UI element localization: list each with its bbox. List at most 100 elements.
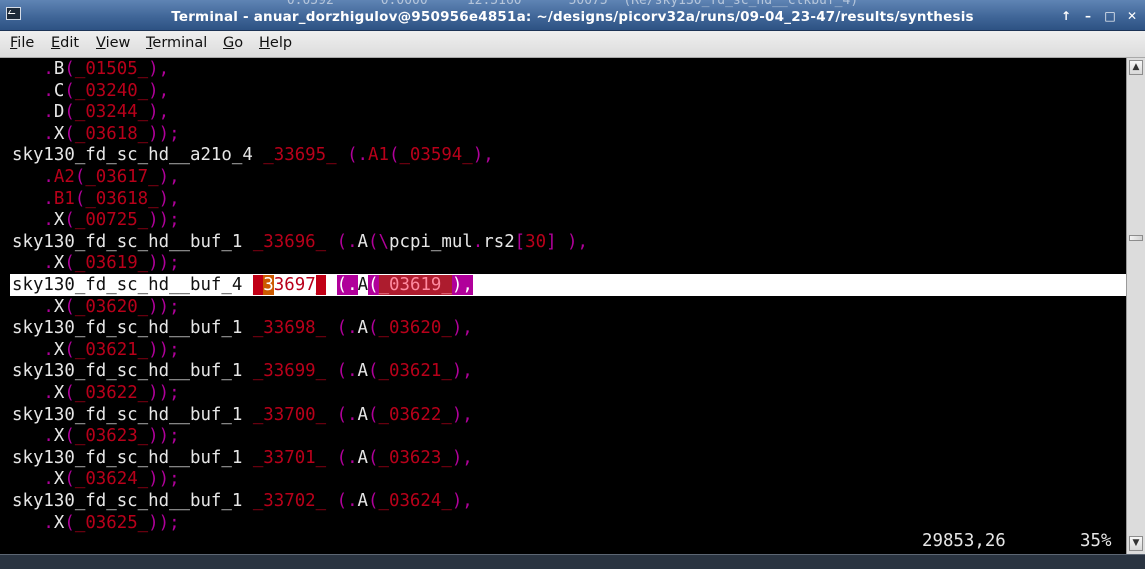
menu-file[interactable]: File xyxy=(10,35,34,51)
terminal-text-segment: X xyxy=(53,123,65,144)
terminal-text-segment: A xyxy=(357,404,369,425)
terminal-text-segment: )); xyxy=(148,426,180,447)
terminal-text-segment: _03244_ xyxy=(74,102,149,123)
terminal-text-segment: ), xyxy=(451,318,473,339)
terminal-line: sky130_fd_sc_hd__a21o_4 _33695_ (.A1(_03… xyxy=(12,144,494,166)
maximize-icon[interactable]: □ xyxy=(1103,9,1117,23)
terminal-text-segment: . xyxy=(12,296,54,317)
terminal-text-segment: ( xyxy=(64,253,75,274)
terminal-text-segment: . xyxy=(12,102,54,123)
terminal-text-segment: ( xyxy=(368,275,379,295)
terminal-line: .X(_03618_)); xyxy=(12,123,179,145)
scrollbar-thumb[interactable] xyxy=(1129,234,1143,241)
terminal-text-segment: _33698_ xyxy=(252,318,327,339)
terminal-text-segment: _03624_ xyxy=(74,469,149,490)
terminal-text-segment: X xyxy=(53,512,65,533)
terminal-text-segment: )); xyxy=(148,512,180,533)
menu-terminal[interactable]: Terminal xyxy=(146,35,207,51)
terminal-text-segment: _33700_ xyxy=(252,404,327,425)
terminal-text-segment: A xyxy=(357,275,369,295)
terminal-line: .B(_01505_), xyxy=(12,58,169,80)
terminal-text-segment: ), xyxy=(148,80,170,101)
terminal-line: .X(_03620_)); xyxy=(12,296,179,318)
terminal-text-segment: A xyxy=(357,318,369,339)
terminal-text-segment: (. xyxy=(336,318,358,339)
terminal-text-segment: )); xyxy=(148,339,180,360)
terminal-text-segment: . xyxy=(12,80,54,101)
terminal-text-segment: _03624_ xyxy=(378,491,452,511)
terminal-text-segment: 3697 xyxy=(273,275,316,295)
terminal-text-segment: )); xyxy=(148,383,180,403)
terminal-text-segment: ), xyxy=(451,361,473,382)
terminal-text-segment: . xyxy=(12,210,54,231)
terminal-text-segment: (. xyxy=(336,231,358,252)
terminal-line: .X(_03619_)); xyxy=(12,252,179,274)
terminal-text-segment: X xyxy=(53,296,65,317)
terminal-text-segment: ( xyxy=(64,102,75,123)
terminal-line: .D(_03244_), xyxy=(12,101,169,123)
terminal-text-segment: . xyxy=(12,188,54,209)
scroll-down-icon[interactable]: ▼ xyxy=(1129,536,1143,551)
terminal-text-segment: _03240_ xyxy=(74,80,149,101)
terminal-line: sky130_fd_sc_hd__buf_1 _33702_ (.A(_0362… xyxy=(12,490,473,512)
terminal-text-segment: _03617_ xyxy=(85,167,159,187)
menu-help[interactable]: Help xyxy=(259,35,292,51)
terminal-line: sky130_fd_sc_hd__buf_1 _33696_ (.A(\pcpi… xyxy=(12,231,588,253)
vertical-scrollbar[interactable]: ▲ ▼ xyxy=(1126,58,1145,554)
menu-view[interactable]: View xyxy=(96,35,130,51)
terminal-text-segment: sky130_fd_sc_hd__buf_1 xyxy=(12,447,253,468)
terminal-text-segment: X xyxy=(53,383,65,403)
scroll-up-icon[interactable]: ▲ xyxy=(1129,60,1143,75)
terminal-text-segment: ( xyxy=(64,59,75,79)
terminal-text-segment: ( xyxy=(64,339,75,360)
terminal-text-segment: \ xyxy=(378,231,389,252)
minimize-icon[interactable]: – xyxy=(1081,9,1095,23)
terminal-text-segment: _03594_ xyxy=(399,145,473,166)
terminal-text-segment: ( xyxy=(64,123,75,144)
terminal-text-segment: ( xyxy=(64,426,75,447)
menu-go[interactable]: Go xyxy=(223,35,243,51)
terminal-text-segment: _33699_ xyxy=(252,361,327,382)
window-bottom-edge xyxy=(0,554,1145,569)
terminal-text-segment: ), xyxy=(472,145,494,166)
menu-edit[interactable]: Edit xyxy=(51,35,79,51)
terminal-text-segment: _03618_ xyxy=(74,123,149,144)
terminal-text-segment: ( xyxy=(64,469,75,490)
terminal-text-segment: sky130_fd_sc_hd__buf_1 xyxy=(12,318,253,339)
terminal-line: sky130_fd_sc_hd__buf_1 _33700_ (.A(_0362… xyxy=(12,404,473,426)
terminal-text-segment: _03619_ xyxy=(378,275,452,295)
terminal-text-segment: _33701_ xyxy=(252,447,327,468)
terminal-line: .X(_03621_)); xyxy=(12,339,180,361)
terminal-text-segment: _03619_ xyxy=(74,253,149,274)
terminal-text-segment: ), xyxy=(158,188,180,209)
title-bar[interactable]: 0.0592 0.0000 12.5160 50075 (Re/sky130_f… xyxy=(0,0,1145,31)
menu-bar: File Edit View Terminal Go Help xyxy=(0,31,1145,58)
terminal-text-segment: 30 xyxy=(525,231,547,252)
terminal-text-segment: . xyxy=(12,383,54,403)
terminal-line: .X(_03624_)); xyxy=(12,468,179,490)
terminal-text-segment: _03621_ xyxy=(74,339,149,360)
terminal-line: .C(_03240_), xyxy=(12,80,169,102)
terminal-text-segment: ( xyxy=(64,80,75,101)
close-icon[interactable]: ✕ xyxy=(1125,9,1139,23)
terminal-text-segment: _ xyxy=(252,275,264,295)
window-controls: ↑ – □ ✕ xyxy=(1059,9,1139,23)
terminal-text-segment: ( xyxy=(64,512,75,533)
terminal-text-segment: ), xyxy=(451,447,473,468)
terminal-text-segment: . xyxy=(12,339,54,360)
terminal-text-segment: pcpi_mul xyxy=(389,231,473,252)
always-on-top-icon[interactable]: ↑ xyxy=(1059,9,1073,23)
terminal-text-segment: C xyxy=(53,80,65,101)
terminal-text-segment: . xyxy=(12,167,54,187)
terminal-output[interactable]: .B(_01505_), .C(_03240_), .D(_03244_), .… xyxy=(0,58,1126,554)
scroll-percent: 35% xyxy=(1080,531,1112,551)
terminal-text-segment: ), xyxy=(148,102,170,123)
terminal-text-segment: sky130_fd_sc_hd__buf_1 xyxy=(12,361,253,382)
terminal-text-segment: _03621_ xyxy=(378,361,452,382)
terminal-line: sky130_fd_sc_hd__buf_1 _33699_ (.A(_0362… xyxy=(12,360,473,382)
